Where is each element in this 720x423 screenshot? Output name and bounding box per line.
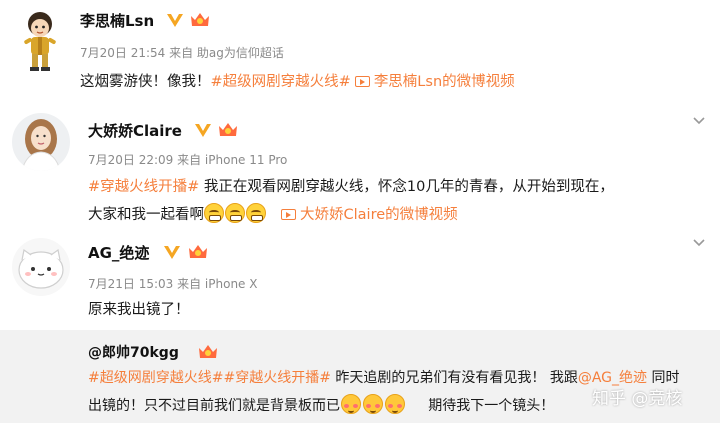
grin-emoji-icon bbox=[204, 203, 224, 223]
shy-emoji-icon bbox=[341, 394, 361, 414]
chevron-down-icon[interactable] bbox=[692, 114, 706, 128]
verified-v-icon bbox=[164, 246, 180, 259]
post-body: 这烟雾游侠！像我！ bbox=[80, 74, 211, 90]
avatar[interactable] bbox=[12, 8, 68, 74]
hashtag[interactable]: #穿越火线开播# bbox=[88, 179, 199, 195]
video-icon bbox=[281, 209, 296, 220]
repost-block: @郎帅70kgg #超级网剧穿越火线##穿越火线开播# 昨天追剧的兄弟们有没有看… bbox=[0, 330, 720, 423]
chevron-down-icon[interactable] bbox=[692, 236, 706, 250]
shy-emoji-icon bbox=[385, 394, 405, 414]
video-link[interactable]: 大娇娇Claire的微博视频 bbox=[300, 207, 458, 223]
repost-username[interactable]: @郎帅70kgg bbox=[88, 342, 179, 362]
verified-v-icon bbox=[167, 14, 183, 27]
member-crown-icon bbox=[199, 345, 217, 358]
avatar[interactable] bbox=[12, 238, 70, 296]
post-text: 这烟雾游侠！像我！#超级网剧穿越火线# 李思楠Lsn的微博视频 bbox=[80, 68, 515, 96]
shy-emoji-icon bbox=[363, 394, 383, 414]
post-meta: 7月21日 15:03 来自 iPhone X bbox=[88, 277, 258, 291]
grin-emoji-icon bbox=[225, 203, 245, 223]
member-crown-icon bbox=[189, 245, 207, 258]
weibo-post-1: 李思楠Lsn 7月20日 21:54 来自 助ag为信仰超话 这烟雾游侠！像我！… bbox=[0, 0, 720, 103]
repost-body: 出镜的！只不过目前我们就是背景板而已 bbox=[88, 398, 340, 414]
member-crown-icon bbox=[219, 123, 237, 136]
watermark: 知乎 @竞核 bbox=[592, 389, 683, 409]
post-meta: 7月20日 21:54 来自 助ag为信仰超话 bbox=[80, 46, 284, 60]
grin-emoji-icon bbox=[246, 203, 266, 223]
hashtag[interactable]: #超级网剧穿越火线# bbox=[211, 74, 351, 90]
post-text: 原来我出镜了！ bbox=[88, 302, 190, 318]
hashtag[interactable]: #超级网剧穿越火线# bbox=[88, 370, 223, 386]
verified-v-icon bbox=[195, 124, 211, 137]
repost-text: #超级网剧穿越火线##穿越火线开播# 昨天追剧的兄弟们有没有看见我！ 我跟@AG… bbox=[88, 364, 679, 392]
post-meta: 7月20日 22:09 来自 iPhone 11 Pro bbox=[88, 153, 288, 167]
repost-body: 昨天追剧的兄弟们有没有看见我！ 我跟 bbox=[335, 370, 578, 386]
post-body: 大家和我一起看啊 bbox=[88, 207, 204, 223]
video-icon bbox=[354, 76, 370, 87]
post-text: #穿越火线开播# 我正在观看网剧穿越火线，怀念10几年的青春，从开始到现在， bbox=[88, 173, 614, 201]
repost-body: 期待我下一个镜头！ bbox=[428, 398, 555, 414]
username[interactable]: AG_绝迹 bbox=[88, 242, 149, 263]
username[interactable]: 李思楠Lsn bbox=[80, 10, 154, 31]
member-crown-icon bbox=[191, 13, 209, 26]
video-link[interactable]: 李思楠Lsn的微博视频 bbox=[374, 74, 515, 90]
username[interactable]: 大娇娇Claire bbox=[88, 120, 182, 141]
post-body: 我正在观看网剧穿越火线，怀念10几年的青春，从开始到现在， bbox=[203, 179, 614, 195]
hashtag[interactable]: #穿越火线开播# bbox=[223, 370, 330, 386]
avatar[interactable] bbox=[12, 113, 70, 171]
repost-text-line2: 出镜的！只不过目前我们就是背景板而已 期待我下一个镜头！ bbox=[88, 392, 554, 420]
post-text-line2: 大家和我一起看啊 大娇娇Claire的微博视频 bbox=[88, 201, 458, 229]
